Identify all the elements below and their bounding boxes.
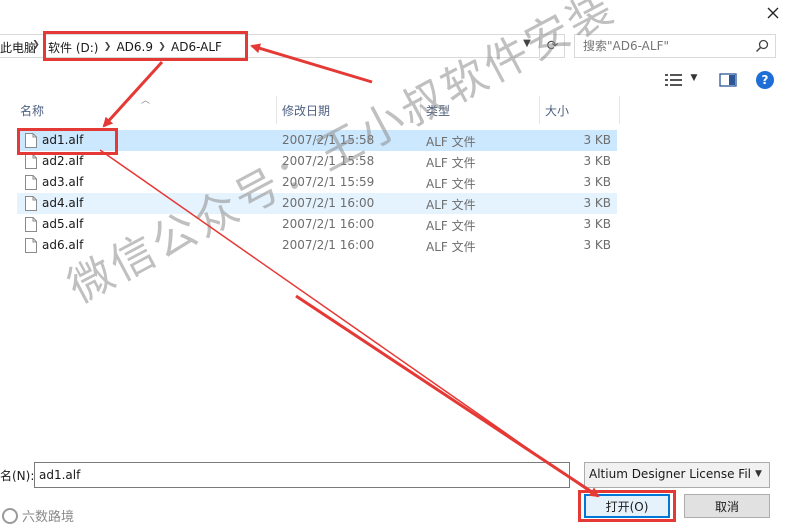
file-type: ALF 文件 [426,135,476,149]
file-type: ALF 文件 [426,219,476,233]
filename-input[interactable] [39,467,539,483]
file-size: 3 KB [583,196,611,210]
logo: 六数路境 [2,506,74,525]
file-size: 3 KB [583,238,611,252]
file-type: ALF 文件 [426,177,476,191]
view-list-icon[interactable] [664,72,684,88]
close-icon [767,7,779,19]
file-size: 3 KB [583,154,611,168]
column-divider[interactable] [619,96,620,124]
filename-label: 名(N): [0,469,35,483]
annotation-highlight-open [578,490,676,522]
file-name: ad4.alf [42,196,84,210]
file-date: 2007/2/1 16:00 [282,238,375,252]
file-type: ALF 文件 [426,240,476,254]
preview-pane-icon[interactable] [719,72,737,88]
file-icon [25,217,37,232]
logo-text: 六数路境 [22,510,75,525]
search-icon[interactable] [755,39,769,53]
file-size: 3 KB [583,217,611,231]
search-input[interactable] [583,38,753,54]
view-options-chevron-down-icon[interactable]: ▼ [688,73,700,87]
annotation-highlight-file [17,128,118,155]
file-name: ad2.alf [42,154,84,168]
file-icon [25,196,37,211]
file-name: ad3.alf [42,175,84,189]
file-type: ALF 文件 [426,156,476,170]
filename-combobox[interactable] [34,462,570,488]
cancel-button[interactable]: 取消 [684,494,770,518]
file-row[interactable]: ad4.alf 2007/2/1 16:00 ALF 文件 3 KB [17,193,617,214]
close-button[interactable] [762,4,784,24]
file-icon [25,238,37,253]
annotation-highlight-path [43,31,248,61]
file-size: 3 KB [583,133,611,147]
file-type: ALF 文件 [426,198,476,212]
column-divider[interactable] [276,96,277,124]
file-size: 3 KB [583,175,611,189]
sort-ascending-icon: ︿ [141,96,151,106]
file-icon [25,154,37,169]
chevron-right-icon[interactable]: ❯ [30,40,42,50]
help-icon[interactable]: ? [756,71,774,89]
column-header-size[interactable]: 大小 [545,96,615,124]
file-type-filter[interactable]: Altium Designer License Files ▼ [584,462,770,488]
file-date: 2007/2/1 16:00 [282,217,375,231]
file-icon [25,175,37,190]
file-name: ad5.alf [42,217,84,231]
column-divider[interactable] [539,96,540,124]
chevron-down-icon: ▼ [755,469,762,479]
file-type-filter-value: Altium Designer License Files [589,467,751,481]
logo-circle-icon [2,507,18,524]
